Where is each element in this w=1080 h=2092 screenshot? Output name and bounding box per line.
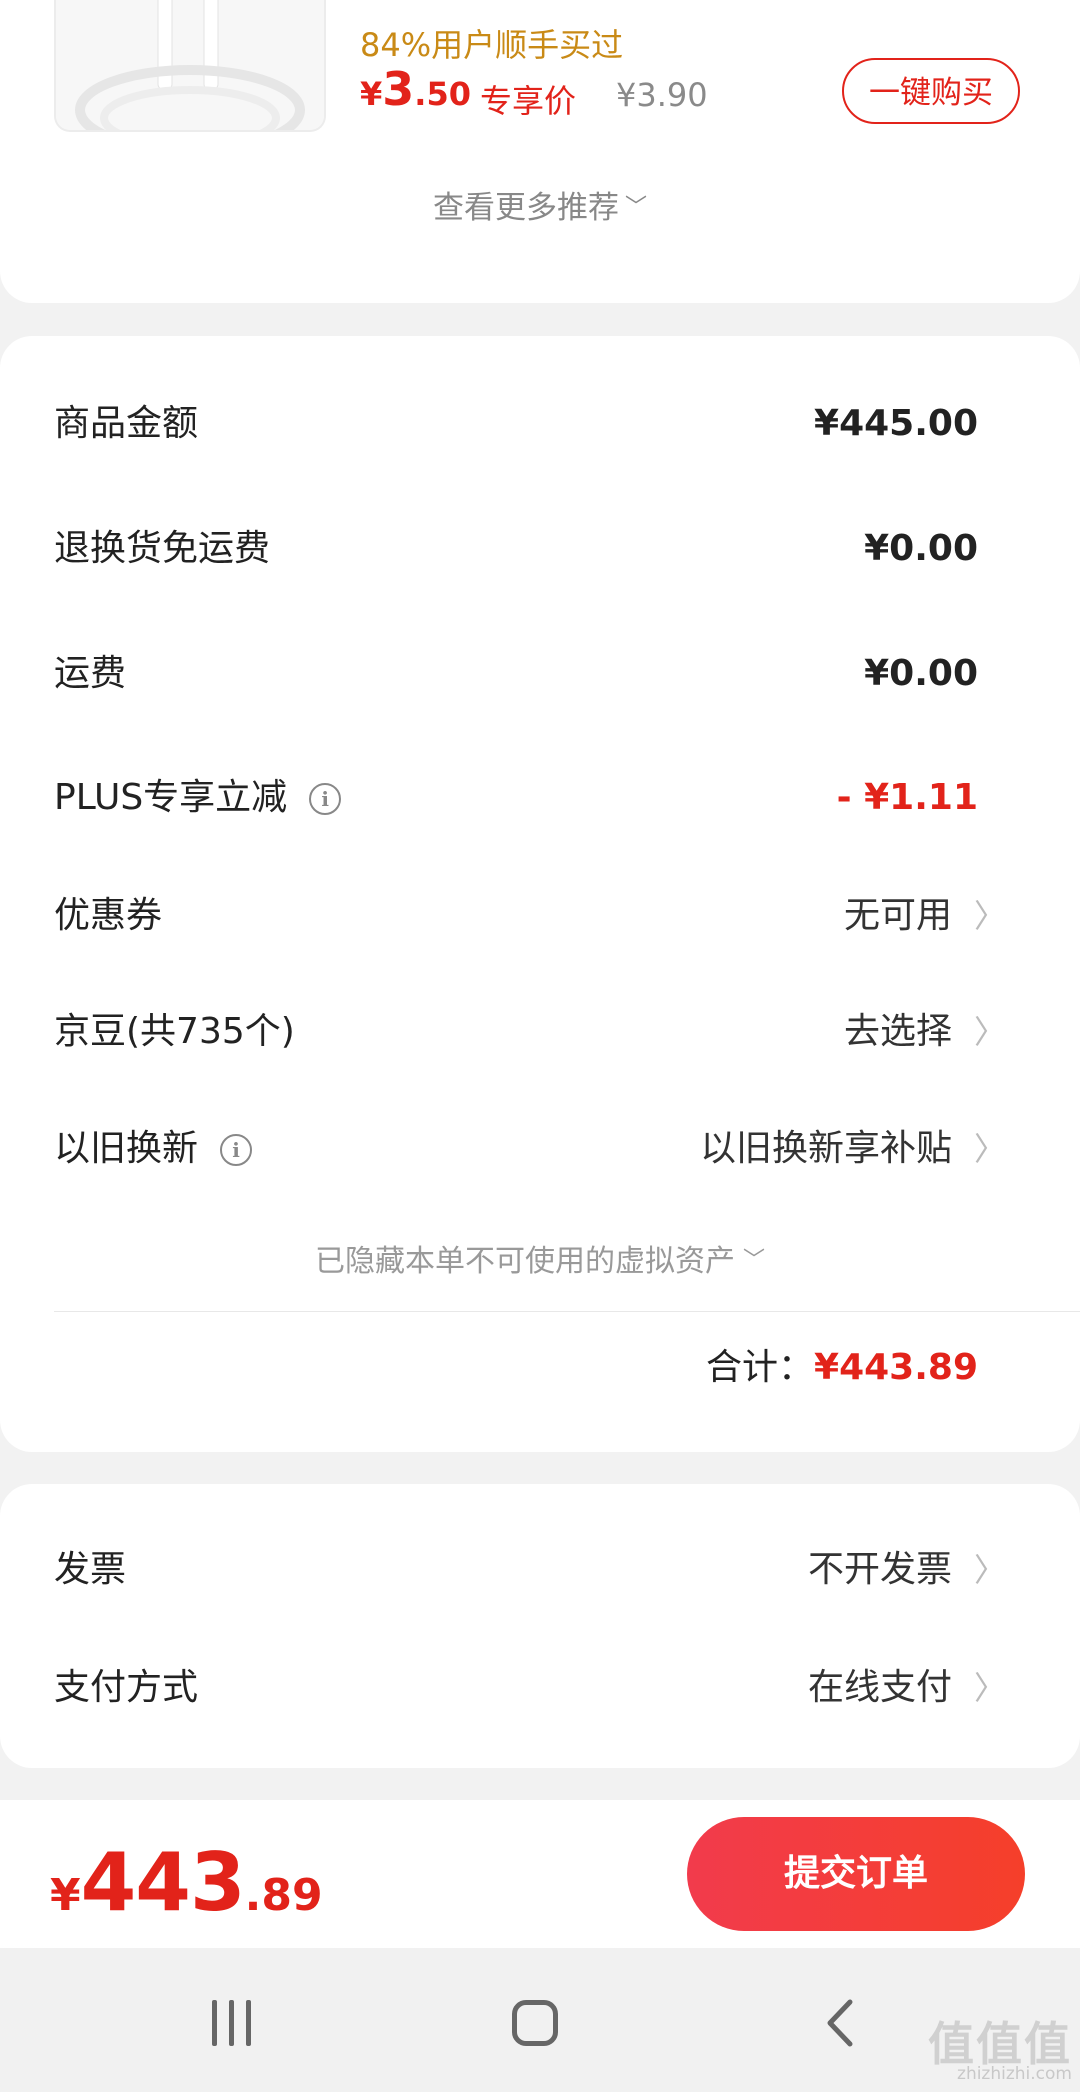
plus-discount-label: PLUS专享立减 i (54, 768, 342, 828)
hidden-assets-toggle[interactable]: 已隐藏本单不可使用的虚拟资产 ﹀ (0, 1236, 1080, 1280)
row-coupon[interactable]: 优惠券 无可用 〉 (54, 886, 1026, 946)
product-thumbnail[interactable] (54, 0, 326, 132)
price-integer: 443 (80, 1836, 246, 1929)
submit-order-button[interactable]: 提交订单 (687, 1817, 1025, 1931)
trade-in-value: 以旧换新享补贴 (699, 1128, 952, 1169)
price-decimal: .89 (244, 1870, 323, 1921)
recent-apps-icon[interactable] (208, 2000, 256, 2046)
payment-method-value: 在线支付 (807, 1667, 952, 1708)
payable-amount: ¥443.89 (50, 1836, 323, 1929)
invoice-label: 发票 (54, 1549, 127, 1590)
row-payment-method[interactable]: 支付方式 在线支付 〉 (54, 1658, 1026, 1718)
price-decimal: .50 (414, 75, 471, 113)
chevron-right-icon: 〉 (973, 897, 1006, 935)
watermark-url: zhizhizhi.com (957, 2064, 1072, 2084)
system-nav-bar (0, 1948, 1080, 2092)
original-price: ¥3.90 (616, 76, 708, 114)
exclusive-price-label: 专享价 (480, 82, 577, 120)
row-plus-discount: PLUS专享立减 i - ¥1.11 (54, 768, 1026, 828)
row-return-shipping: 退换货免运费 ¥0.00 (54, 519, 1026, 579)
chevron-down-icon: ﹀ (742, 1248, 765, 1273)
info-icon[interactable]: i (309, 783, 342, 815)
order-total: 合计：¥443.89 (706, 1338, 978, 1390)
goods-amount-label: 商品金额 (54, 403, 199, 444)
coupon-label: 优惠券 (54, 895, 163, 936)
total-value: ¥443.89 (814, 1347, 978, 1388)
jingdou-value: 去选择 (843, 1011, 952, 1052)
shipping-fee-label: 运费 (54, 653, 127, 694)
chevron-down-icon: ﹀ (624, 195, 647, 220)
return-shipping-value: ¥0.00 (864, 528, 978, 569)
row-trade-in[interactable]: 以旧换新 i 以旧换新享补贴 〉 (54, 1119, 1026, 1179)
price-symbol: ¥ (50, 1870, 81, 1921)
jingdou-label: 京豆(共735个) (54, 1011, 295, 1052)
checkout-page: 84%用户顺手买过 ¥3.50 专享价 ¥3.90 一键购买 查看更多推荐 ﹀ 商… (0, 0, 1080, 2092)
row-jingdou[interactable]: 京豆(共735个) 去选择 〉 (54, 1002, 1026, 1062)
submit-bar: ¥443.89 提交订单 (0, 1800, 1080, 1948)
divider (54, 1311, 1080, 1312)
shipping-fee-value: ¥0.00 (864, 653, 978, 694)
price-integer: 3 (382, 62, 415, 116)
more-recommendations-label: 查看更多推荐 (432, 190, 619, 226)
return-shipping-label: 退换货免运费 (54, 528, 271, 569)
chevron-right-icon: 〉 (973, 1551, 1006, 1589)
info-icon[interactable]: i (220, 1134, 253, 1166)
payment-method-label: 支付方式 (54, 1667, 199, 1708)
recommend-price: ¥3.50 (360, 62, 471, 116)
hidden-assets-label: 已隐藏本单不可使用的虚拟资产 (314, 1244, 735, 1279)
price-summary-card: 商品金额 ¥445.00 退换货免运费 ¥0.00 运费 ¥0.00 PLUS专… (0, 336, 1080, 1452)
row-invoice[interactable]: 发票 不开发票 〉 (54, 1540, 1026, 1600)
invoice-payment-card: 发票 不开发票 〉 支付方式 在线支付 〉 (0, 1484, 1080, 1768)
home-icon[interactable] (512, 2000, 558, 2046)
chevron-right-icon: 〉 (973, 1669, 1006, 1707)
cable-image (56, 0, 324, 130)
trade-in-label: 以旧换新 i (54, 1119, 253, 1179)
coupon-value: 无可用 (843, 895, 952, 936)
one-click-buy-button[interactable]: 一键购买 (842, 58, 1020, 124)
plus-discount-value: - ¥1.11 (836, 777, 978, 818)
back-icon[interactable] (820, 1998, 860, 2048)
more-recommendations-link[interactable]: 查看更多推荐 ﹀ (0, 182, 1080, 227)
recommend-card: 84%用户顺手买过 ¥3.50 专享价 ¥3.90 一键购买 查看更多推荐 ﹀ (0, 0, 1080, 303)
invoice-value: 不开发票 (807, 1549, 952, 1590)
price-symbol: ¥ (360, 75, 383, 113)
total-label: 合计： (706, 1347, 815, 1388)
chevron-right-icon: 〉 (973, 1130, 1006, 1168)
chevron-right-icon: 〉 (973, 1013, 1006, 1051)
row-goods-amount: 商品金额 ¥445.00 (54, 394, 1026, 454)
row-shipping-fee: 运费 ¥0.00 (54, 644, 1026, 704)
goods-amount-value: ¥445.00 (814, 403, 978, 444)
buyer-percent-text: 84%用户顺手买过 (360, 26, 624, 64)
